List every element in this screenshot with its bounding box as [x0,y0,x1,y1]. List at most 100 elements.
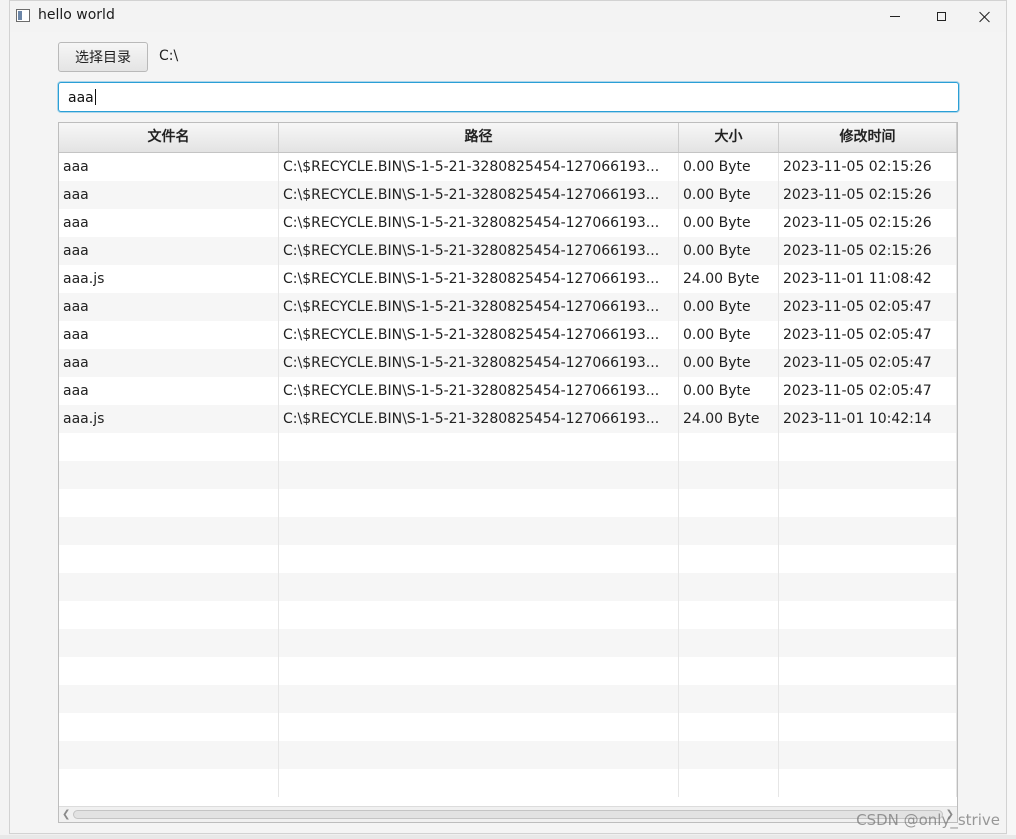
cell-filename: aaa [59,237,279,265]
title-bar[interactable]: hello world [10,1,1006,32]
cell-path [279,601,679,629]
empty-table-row[interactable] [59,685,957,713]
minimize-button[interactable] [872,1,918,32]
table-row[interactable]: aaa C:\$RECYCLE.BIN\S-1-5-21-3280825454-1… [59,181,957,209]
cell-path [279,629,679,657]
cell-modified [779,517,957,545]
cell-filename [59,545,279,573]
cell-filename: aaa [59,321,279,349]
cell-filename [59,461,279,489]
close-icon [979,11,991,23]
cell-size [679,433,779,461]
scrollbar-thumb[interactable] [73,810,943,819]
table-row[interactable]: aaa C:\$RECYCLE.BIN\S-1-5-21-3280825454-1… [59,349,957,377]
column-header-modified[interactable]: 修改时间 [779,123,957,152]
empty-table-row[interactable] [59,517,957,545]
cell-filename: aaa [59,181,279,209]
cell-size: 0.00 Byte [679,153,779,181]
cell-path: C:\$RECYCLE.BIN\S-1-5-21-3280825454-1270… [279,265,679,293]
search-input[interactable]: aaa [58,82,959,112]
empty-table-row[interactable] [59,657,957,685]
cell-modified: 2023-11-05 02:15:26 [779,237,957,265]
cell-size [679,657,779,685]
cell-modified: 2023-11-05 02:05:47 [779,293,957,321]
cell-modified: 2023-11-05 02:05:47 [779,377,957,405]
text-caret [94,89,96,105]
empty-table-row[interactable] [59,461,957,489]
cell-filename: aaa.js [59,265,279,293]
cell-path: C:\$RECYCLE.BIN\S-1-5-21-3280825454-1270… [279,405,679,433]
cell-size [679,545,779,573]
cell-size: 0.00 Byte [679,349,779,377]
cell-modified [779,489,957,517]
cell-path [279,713,679,741]
cell-filename: aaa [59,293,279,321]
cell-path: C:\$RECYCLE.BIN\S-1-5-21-3280825454-1270… [279,209,679,237]
background-left-strip [0,0,9,839]
cell-path [279,433,679,461]
empty-table-row[interactable] [59,713,957,741]
column-header-path[interactable]: 路径 [279,123,679,152]
column-header-size[interactable]: 大小 [679,123,779,152]
table-header: 文件名 路径 大小 修改时间 [59,123,957,153]
cell-filename [59,713,279,741]
empty-table-row[interactable] [59,741,957,769]
cell-size: 0.00 Byte [679,237,779,265]
cell-size [679,573,779,601]
table-row[interactable]: aaa C:\$RECYCLE.BIN\S-1-5-21-3280825454-1… [59,321,957,349]
cell-path: C:\$RECYCLE.BIN\S-1-5-21-3280825454-1270… [279,321,679,349]
background-bottom-strip [0,835,1016,839]
cell-size: 0.00 Byte [679,293,779,321]
cell-size [679,601,779,629]
cell-modified: 2023-11-01 10:42:14 [779,405,957,433]
cell-filename [59,573,279,601]
close-button[interactable] [962,1,1006,32]
window-title: hello world [38,7,115,23]
cell-modified [779,629,957,657]
cell-size [679,489,779,517]
table-row[interactable]: aaa.js C:\$RECYCLE.BIN\S-1-5-21-328082545… [59,265,957,293]
empty-table-row[interactable] [59,573,957,601]
background-right-strip [1007,0,1016,839]
cell-filename: aaa.js [59,405,279,433]
empty-table-row[interactable] [59,489,957,517]
cell-modified: 2023-11-05 02:15:26 [779,181,957,209]
empty-table-row[interactable] [59,769,957,797]
cell-path [279,545,679,573]
column-header-filename[interactable]: 文件名 [59,123,279,152]
cell-size [679,741,779,769]
cell-size [679,461,779,489]
cell-filename [59,517,279,545]
cell-size: 0.00 Byte [679,181,779,209]
empty-table-row[interactable] [59,433,957,461]
cell-size [679,713,779,741]
horizontal-scrollbar[interactable]: ❮ ❯ [59,806,957,822]
cell-path [279,489,679,517]
table-row[interactable]: aaa C:\$RECYCLE.BIN\S-1-5-21-3280825454-1… [59,153,957,181]
choose-directory-button[interactable]: 选择目录 [58,42,148,72]
empty-table-row[interactable] [59,601,957,629]
cell-path [279,769,679,797]
table-row[interactable]: aaa.js C:\$RECYCLE.BIN\S-1-5-21-328082545… [59,405,957,433]
cell-size: 0.00 Byte [679,209,779,237]
cell-filename [59,741,279,769]
cell-path [279,573,679,601]
cell-path: C:\$RECYCLE.BIN\S-1-5-21-3280825454-1270… [279,181,679,209]
table-row[interactable]: aaa C:\$RECYCLE.BIN\S-1-5-21-3280825454-1… [59,237,957,265]
cell-modified [779,685,957,713]
table-row[interactable]: aaa C:\$RECYCLE.BIN\S-1-5-21-3280825454-1… [59,293,957,321]
scroll-left-arrow-icon[interactable]: ❮ [62,810,70,820]
file-table[interactable]: 文件名 路径 大小 修改时间 aaa C:\$RECYCLE.BIN\S-1-5-… [58,122,958,823]
maximize-icon [936,12,946,21]
maximize-button[interactable] [918,1,964,32]
empty-table-row[interactable] [59,545,957,573]
table-row[interactable]: aaa C:\$RECYCLE.BIN\S-1-5-21-3280825454-1… [59,209,957,237]
empty-table-row[interactable] [59,629,957,657]
minimize-icon [890,16,900,17]
table-row[interactable]: aaa C:\$RECYCLE.BIN\S-1-5-21-3280825454-1… [59,377,957,405]
cell-modified [779,769,957,797]
cell-size [679,629,779,657]
cell-size [679,769,779,797]
cell-filename [59,629,279,657]
watermark: CSDN @only_strive [856,811,1000,829]
